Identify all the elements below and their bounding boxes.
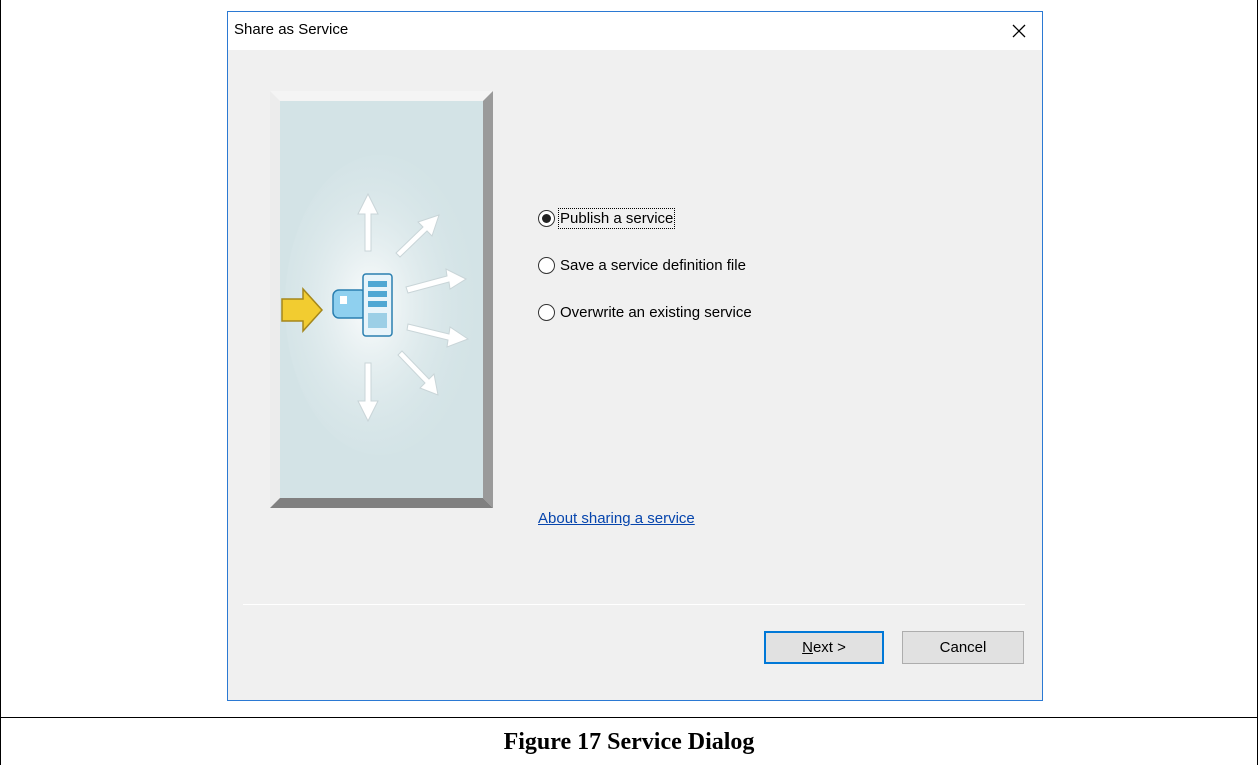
service-publish-illustration — [270, 91, 493, 508]
close-button[interactable] — [996, 12, 1042, 50]
option-label: Publish a service — [557, 207, 676, 229]
dialog-title: Share as Service — [234, 21, 349, 38]
dialog-titlebar: Share as Service — [228, 12, 1042, 50]
option-save-definition-file[interactable]: Save a service definition file — [538, 253, 753, 277]
table-border-middle — [0, 717, 1258, 718]
footer-separator — [243, 604, 1025, 605]
radio-overwrite-service[interactable] — [538, 303, 555, 321]
option-publish-service[interactable]: Publish a service — [538, 206, 753, 230]
radio-save-definition-file[interactable] — [538, 256, 555, 274]
about-sharing-link[interactable]: About sharing a service — [538, 510, 695, 527]
close-icon — [1012, 24, 1026, 38]
document-frame: Share as Service Publish a service Save … — [0, 0, 1258, 765]
next-button-label: Next > — [802, 639, 846, 656]
next-button[interactable]: Next > — [764, 631, 884, 664]
share-options-group: Publish a service Save a service definit… — [538, 206, 753, 347]
option-label: Overwrite an existing service — [560, 303, 752, 321]
cancel-button[interactable]: Cancel — [902, 631, 1024, 664]
table-border-left — [0, 0, 1, 765]
option-overwrite-service[interactable]: Overwrite an existing service — [538, 300, 753, 324]
share-as-service-dialog: Share as Service Publish a service Save … — [227, 11, 1043, 701]
option-label: Save a service definition file — [560, 256, 746, 274]
radio-publish-service[interactable] — [538, 209, 555, 227]
figure-caption: Figure 17 Service Dialog — [503, 729, 755, 755]
cancel-button-label: Cancel — [939, 639, 987, 656]
